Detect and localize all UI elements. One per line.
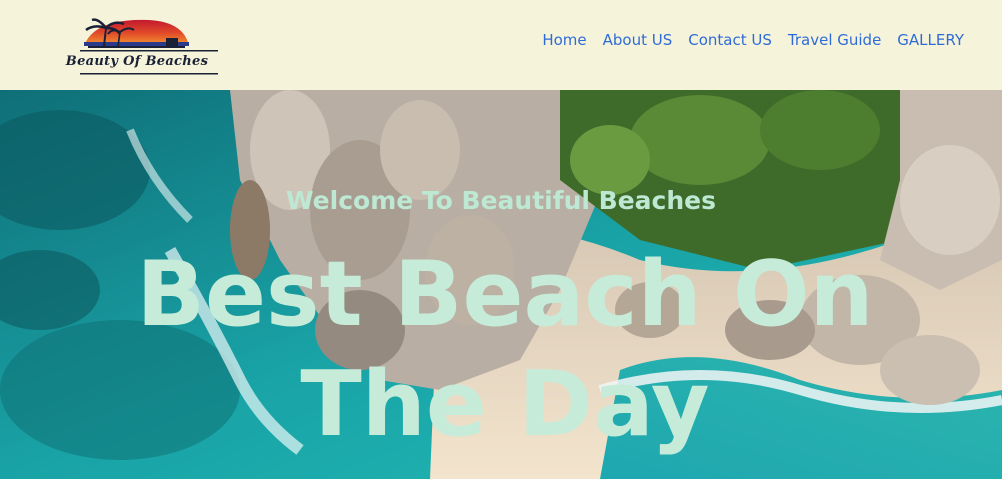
nav-about-link[interactable]: About US	[603, 31, 673, 49]
nav-travel-guide-link[interactable]: Travel Guide	[788, 31, 881, 49]
hero-welcome-text: Welcome To Beautiful Beaches	[285, 186, 716, 215]
hero-section: Welcome To Beautiful Beaches Best Beach …	[0, 90, 1002, 479]
site-logo[interactable]: Beauty Of Beaches	[54, 16, 220, 78]
logo-text: Beauty Of Beaches	[65, 54, 209, 69]
nav-home-link[interactable]: Home	[542, 31, 586, 49]
nav-gallery-link[interactable]: GALLERY	[897, 31, 964, 49]
nav-contact-link[interactable]: Contact US	[688, 31, 772, 49]
main-nav: Home About US Contact US Travel Guide GA…	[542, 31, 964, 49]
site-header: Beauty Of Beaches Home About US Contact …	[0, 0, 1002, 90]
hero-headline: Best Beach On The Day	[136, 242, 874, 457]
